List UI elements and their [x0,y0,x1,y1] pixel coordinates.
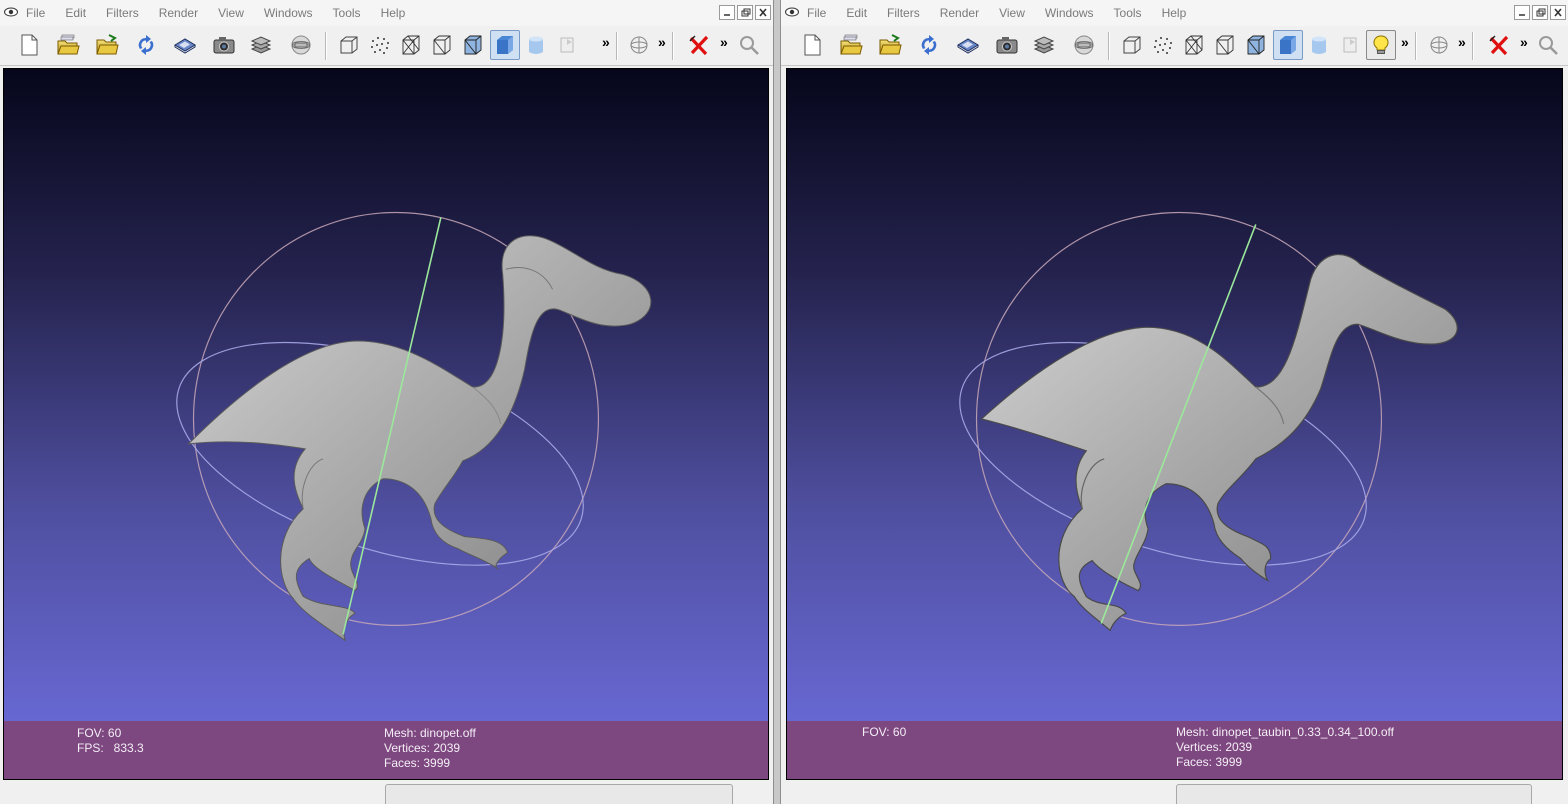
meshlab-window-right: File Edit Filters Render View Windows To… [781,0,1568,804]
meshlab-window-left: File Edit Filters Render View Windows To… [0,0,773,804]
toolbar-overflow-chevron-icon[interactable]: » [1401,34,1409,50]
bounding-box-icon[interactable] [334,30,364,60]
3d-viewport[interactable]: FOV: 60 Mesh: dinopet_taubin_0.33_0.34_1… [786,68,1563,780]
menu-tools[interactable]: Tools [333,6,361,20]
info-bar: FOV: 60 FPS: 833.3 Mesh: dinopet.off Ver… [4,721,768,779]
menu-windows[interactable]: Windows [1045,6,1094,20]
flat-shading-icon[interactable] [1273,30,1303,60]
fov-label: FOV: 60 [77,726,122,740]
sphere-icon[interactable] [624,30,654,60]
points-icon[interactable] [1148,30,1178,60]
menu-view[interactable]: View [999,6,1025,20]
save-icon[interactable] [170,30,200,60]
vertices-label: Vertices: 2039 [1176,740,1253,754]
layer-dock-tab[interactable] [1176,784,1532,804]
menu-file[interactable]: File [26,6,45,20]
new-document-icon[interactable] [797,30,827,60]
restore-button[interactable] [1532,5,1548,20]
menu-filters[interactable]: Filters [106,6,139,20]
texture-icon[interactable] [1335,30,1365,60]
open-project-icon[interactable] [836,30,866,60]
search-magnifier-icon[interactable] [1533,30,1563,60]
flat-lines-icon[interactable] [1241,30,1271,60]
close-button[interactable] [1550,5,1566,20]
search-magnifier-icon[interactable] [734,30,764,60]
flat-shading-icon[interactable] [490,30,520,60]
open-project-icon[interactable] [53,30,83,60]
mesh-scene[interactable] [787,69,1562,721]
vertices-label: Vertices: 2039 [384,741,461,755]
flat-lines-icon[interactable] [458,30,488,60]
layers-icon[interactable] [246,30,276,60]
fov-label: FOV: 60 [862,725,907,739]
minimize-button[interactable] [719,5,735,20]
menu-file[interactable]: File [807,6,826,20]
delete-red-x-icon[interactable] [684,30,714,60]
mesh-name-label: Mesh: dinopet_taubin_0.33_0.34_100.off [1176,725,1394,739]
save-icon[interactable] [953,30,983,60]
open-mesh-icon[interactable] [875,30,905,60]
hidden-lines-icon[interactable] [1210,30,1240,60]
new-document-icon[interactable] [14,30,44,60]
main-toolbar: » » » [0,26,773,66]
mesh-scene[interactable] [4,69,768,721]
faces-label: Faces: 3999 [1176,755,1243,769]
menu-bar: File Edit Filters Render View Windows To… [0,0,773,26]
menu-help[interactable]: Help [1162,6,1187,20]
3d-viewport[interactable]: FOV: 60 FPS: 833.3 Mesh: dinopet.off Ver… [3,68,769,780]
mesh-name-label: Mesh: dinopet.off [384,726,476,740]
globe-render-icon[interactable] [1069,30,1099,60]
menu-render[interactable]: Render [940,6,979,20]
menu-edit[interactable]: Edit [846,6,867,20]
close-button[interactable] [755,5,771,20]
fps-label: FPS: 833.3 [77,741,144,755]
open-mesh-icon[interactable] [92,30,122,60]
wireframe-icon[interactable] [396,30,426,60]
toolbar-overflow-chevron-icon[interactable]: » [658,34,666,50]
snapshot-camera-icon[interactable] [209,30,239,60]
toolbar-overflow-chevron-icon[interactable]: » [1458,34,1466,50]
menu-windows[interactable]: Windows [264,6,313,20]
menu-view[interactable]: View [218,6,244,20]
layers-icon[interactable] [1029,30,1059,60]
smooth-shading-icon[interactable] [1304,30,1334,60]
points-icon[interactable] [365,30,395,60]
globe-render-icon[interactable] [286,30,316,60]
dinosaur-mesh [187,235,652,642]
window-splitter[interactable] [773,0,781,804]
reload-icon[interactable] [914,30,944,60]
toolbar-overflow-chevron-icon[interactable]: » [720,34,728,50]
toolbar-overflow-chevron-icon[interactable]: » [1520,34,1528,50]
menu-tools[interactable]: Tools [1114,6,1142,20]
layer-dock-tab[interactable] [385,784,733,804]
menu-help[interactable]: Help [381,6,406,20]
main-toolbar: » » » [781,26,1568,66]
texture-icon[interactable] [552,30,582,60]
bounding-box-icon[interactable] [1117,30,1147,60]
reload-icon[interactable] [131,30,161,60]
light-bulb-icon[interactable] [1366,30,1396,60]
menu-bar: File Edit Filters Render View Windows To… [781,0,1568,26]
restore-button[interactable] [737,5,753,20]
app-eye-icon [785,7,799,17]
app-eye-icon [4,7,18,17]
sphere-icon[interactable] [1424,30,1454,60]
menu-render[interactable]: Render [159,6,198,20]
menu-edit[interactable]: Edit [65,6,86,20]
faces-label: Faces: 3999 [384,756,451,770]
menu-filters[interactable]: Filters [887,6,920,20]
toolbar-overflow-chevron-icon[interactable]: » [602,34,610,50]
delete-red-x-icon[interactable] [1484,30,1514,60]
dinosaur-mesh [980,253,1458,632]
info-bar: FOV: 60 Mesh: dinopet_taubin_0.33_0.34_1… [787,721,1562,779]
hidden-lines-icon[interactable] [427,30,457,60]
snapshot-camera-icon[interactable] [992,30,1022,60]
minimize-button[interactable] [1514,5,1530,20]
smooth-shading-icon[interactable] [521,30,551,60]
wireframe-icon[interactable] [1179,30,1209,60]
